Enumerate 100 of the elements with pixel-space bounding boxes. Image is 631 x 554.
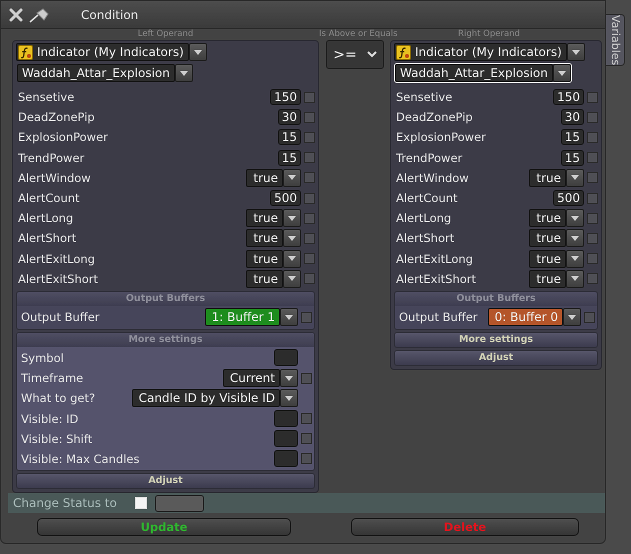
dropdown-button[interactable] — [280, 369, 298, 388]
window-title: Condition — [81, 8, 138, 22]
checkbox[interactable] — [304, 232, 315, 244]
caret-icon — [288, 276, 296, 282]
checkbox[interactable] — [584, 312, 595, 323]
dropdown-button[interactable] — [566, 43, 585, 61]
number-field[interactable]: 30 — [560, 109, 584, 126]
checkbox[interactable] — [587, 232, 598, 244]
checkbox[interactable] — [301, 433, 312, 444]
checkbox[interactable] — [587, 253, 598, 264]
input-field[interactable] — [274, 349, 298, 366]
number-field[interactable]: 500 — [553, 190, 584, 206]
dropdown-field[interactable]: true — [246, 209, 283, 228]
checkbox[interactable] — [304, 112, 315, 123]
dropdown-button[interactable] — [566, 209, 584, 228]
checkbox[interactable] — [587, 92, 598, 103]
dropdown-button[interactable] — [283, 250, 301, 268]
parameter-label: What to get? — [21, 391, 96, 406]
more-settings-button[interactable]: More settings — [394, 332, 598, 348]
dropdown-button[interactable] — [280, 308, 298, 326]
parameter-label: AlertWindow — [396, 170, 469, 185]
dropdown-field[interactable]: Indicator (My Indicators) — [394, 43, 567, 61]
checkbox[interactable] — [304, 253, 315, 264]
dropdown-field[interactable]: true — [246, 250, 283, 268]
dropdown-button[interactable] — [280, 389, 298, 408]
dropdown-field[interactable]: Waddah_Attar_Explosion — [17, 64, 175, 82]
checkbox[interactable] — [304, 132, 315, 143]
adjust-button[interactable]: Adjust — [16, 473, 315, 489]
dropdown-field[interactable]: true — [529, 229, 566, 248]
dropdown-button[interactable] — [566, 229, 584, 248]
side-tab[interactable]: Variables — [606, 14, 625, 66]
dropdown-button[interactable] — [188, 43, 207, 61]
dropdown-field[interactable]: true — [529, 168, 566, 187]
dropdown-button[interactable] — [566, 250, 584, 268]
comparator-dropdown[interactable]: >= — [326, 40, 384, 69]
checkbox[interactable] — [304, 192, 315, 204]
input-field[interactable] — [274, 450, 298, 468]
checkbox[interactable] — [587, 212, 598, 224]
parameter-label: AlertCount — [18, 191, 80, 206]
close-icon[interactable] — [9, 8, 23, 22]
input-field[interactable] — [154, 494, 204, 512]
number-field[interactable]: 500 — [270, 190, 301, 206]
number-field[interactable]: 150 — [270, 89, 301, 106]
input-field[interactable] — [274, 410, 298, 428]
number-field[interactable]: 15 — [278, 150, 301, 166]
caret-icon — [571, 236, 579, 241]
checkbox[interactable] — [301, 453, 312, 464]
checkbox[interactable] — [587, 192, 598, 204]
dropdown-button[interactable] — [283, 168, 301, 187]
number-field[interactable]: 150 — [553, 89, 584, 106]
update-button[interactable]: Update — [37, 518, 291, 536]
dropdown-field[interactable]: 0: Buffer 0 — [488, 308, 563, 326]
parameter-label: AlertLong — [396, 211, 452, 226]
dropdown-field[interactable]: 1: Buffer 1 — [204, 308, 280, 326]
dropdown-field[interactable]: Current — [222, 369, 280, 388]
dropdown-field[interactable]: Waddah_Attar_Explosion — [395, 64, 553, 82]
dropdown-field[interactable]: Indicator (My Indicators) — [16, 43, 189, 61]
dropdown-button[interactable] — [566, 270, 584, 288]
dropdown-field[interactable]: true — [529, 209, 566, 228]
checkbox[interactable] — [587, 273, 598, 284]
dropdown-button[interactable] — [283, 270, 301, 288]
dropdown-field[interactable]: true — [246, 270, 283, 288]
dropdown-button[interactable] — [552, 64, 571, 82]
panel-caption: Left Operand — [138, 29, 194, 40]
checkbox[interactable] — [304, 273, 315, 284]
dropdown-field[interactable]: true — [246, 229, 283, 248]
dropdown-field[interactable]: true — [246, 168, 283, 187]
input-field[interactable] — [274, 430, 298, 448]
dropdown-field[interactable]: true — [529, 250, 566, 268]
dropdown-field[interactable]: Candle ID by Visible ID — [132, 389, 280, 408]
pin-icon[interactable] — [29, 6, 51, 22]
function-icon — [396, 44, 411, 60]
checkbox[interactable] — [304, 212, 315, 224]
number-field[interactable]: 30 — [278, 109, 301, 126]
checkbox[interactable] — [587, 112, 598, 123]
checkbox[interactable] — [301, 312, 312, 323]
dropdown-button[interactable] — [283, 229, 301, 248]
parameter-label: AlertExitLong — [396, 252, 473, 266]
parameter-label: AlertExitLong — [18, 252, 95, 266]
parameter-label: Output Buffer — [21, 310, 100, 324]
adjust-button[interactable]: Adjust — [394, 350, 598, 366]
number-field[interactable]: 15 — [560, 129, 584, 146]
dropdown-button[interactable] — [283, 209, 301, 228]
number-field[interactable]: 15 — [278, 129, 301, 146]
dropdown-button[interactable] — [563, 308, 581, 326]
checkbox[interactable] — [304, 152, 315, 164]
checkbox[interactable] — [587, 132, 598, 143]
caret-icon — [572, 50, 580, 54]
dropdown-button[interactable] — [174, 64, 193, 82]
number-field[interactable]: 15 — [560, 150, 584, 166]
parameter-label: Sensetive — [18, 90, 74, 104]
checkbox[interactable] — [304, 92, 315, 103]
checkbox[interactable] — [304, 172, 315, 184]
parameter-label: Visible: ID — [21, 412, 78, 426]
checkbox[interactable] — [587, 152, 598, 164]
checkbox[interactable] — [301, 372, 312, 384]
dropdown-button[interactable] — [566, 168, 584, 187]
dropdown-field[interactable]: true — [529, 270, 566, 288]
checkbox[interactable] — [587, 172, 598, 184]
checkbox[interactable] — [301, 413, 312, 424]
